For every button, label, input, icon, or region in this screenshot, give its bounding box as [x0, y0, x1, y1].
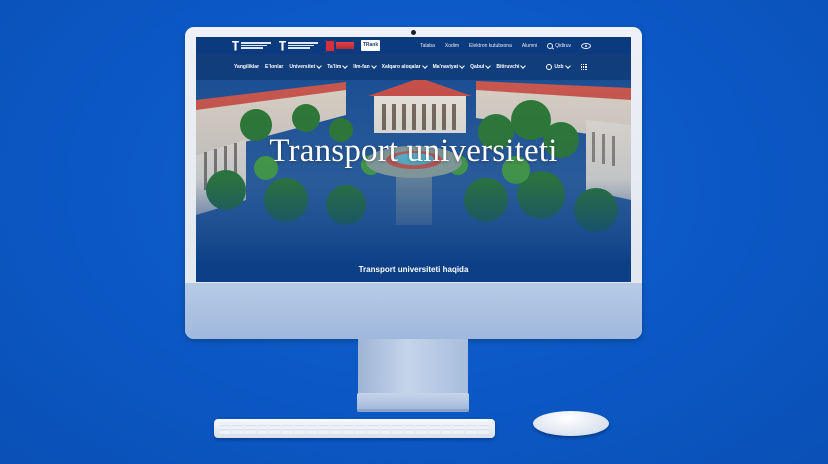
- rank-badge-logo[interactable]: TRank: [361, 40, 380, 51]
- hero-title: Transport universiteti: [269, 133, 558, 169]
- chevron-down-icon: [421, 63, 428, 69]
- nav-item-talim[interactable]: Ta’lim: [327, 63, 349, 70]
- nav-item-label: Ilm-fan: [353, 64, 370, 70]
- language-selector[interactable]: Uzb: [546, 63, 571, 70]
- nav-item-yangiliklar[interactable]: Yangiliklar: [234, 64, 259, 70]
- search-button[interactable]: Qidiruv: [547, 42, 571, 49]
- top-header-bar: TRank Talaba Xodim Elektron kutubxona Al…: [196, 37, 631, 54]
- website-screen: Transport universiteti Transport univers…: [196, 37, 631, 282]
- top-link-elektron-kutubxona[interactable]: Elektron kutubxona: [469, 43, 512, 49]
- nav-item-label: E’lonlar: [265, 64, 284, 70]
- nav-item-elonlar[interactable]: E’lonlar: [265, 64, 283, 70]
- main-navigation: Yangiliklar E’lonlar Universitet Ta’lim …: [196, 54, 631, 80]
- top-link-xodim[interactable]: Xodim: [445, 43, 459, 49]
- keyboard: [214, 419, 495, 438]
- about-university-link[interactable]: Transport universiteti haqida: [196, 265, 631, 274]
- nav-item-manaviyat[interactable]: Ma’naviyat: [432, 63, 465, 70]
- nav-item-ilm-fan[interactable]: Ilm-fan: [353, 63, 377, 70]
- tashkent-state-transport-university-logo[interactable]: [232, 40, 274, 52]
- monitor-stand-foot: [357, 409, 469, 412]
- university-partner-red-logo[interactable]: [326, 40, 356, 51]
- tashkent-state-transport-university-logo-2[interactable]: [279, 40, 321, 52]
- top-link-talaba[interactable]: Talaba: [420, 43, 435, 49]
- mouse: [533, 411, 609, 436]
- imac-monitor: Transport universiteti Transport univers…: [185, 27, 642, 339]
- language-label: Uzb: [554, 64, 564, 70]
- nav-item-label: Ta’lim: [327, 64, 342, 70]
- nav-item-label: Yangiliklar: [234, 64, 260, 70]
- keyboard-keys: [220, 422, 489, 435]
- search-label: Qidiruv: [555, 42, 571, 49]
- eye-icon[interactable]: [581, 42, 591, 49]
- chevron-down-icon: [342, 63, 349, 69]
- chevron-down-icon: [316, 63, 323, 69]
- nav-item-universitet[interactable]: Universitet: [289, 63, 323, 70]
- nav-item-label: Xalqaro aloqalar: [381, 64, 421, 70]
- monitor-chin: [185, 283, 642, 339]
- camera-icon: [411, 30, 416, 35]
- chevron-down-icon: [459, 63, 465, 69]
- nav-item-label: Bitiruvchi: [496, 64, 520, 70]
- grid-icon[interactable]: [580, 64, 587, 70]
- partner-logos: TRank: [232, 40, 380, 52]
- globe-icon: [546, 64, 553, 70]
- nav-item-label: Ma’naviyat: [432, 64, 459, 70]
- top-link-alumni[interactable]: Alumni: [522, 43, 537, 49]
- nav-item-xalqaro-aloqalar[interactable]: Xalqaro aloqalar: [381, 63, 428, 70]
- campus-hero-image: [196, 80, 631, 260]
- nav-item-label: Qabul: [470, 64, 485, 70]
- nav-item-qabul[interactable]: Qabul: [470, 63, 492, 70]
- chevron-down-icon: [485, 63, 492, 69]
- nav-item-label: Universitet: [289, 64, 316, 70]
- chevron-down-icon: [370, 63, 377, 69]
- chevron-down-icon: [564, 63, 571, 69]
- top-links: Talaba Xodim Elektron kutubxona Alumni Q…: [420, 42, 591, 49]
- chevron-down-icon: [520, 63, 527, 69]
- monitor-stand-neck: [358, 339, 468, 393]
- nav-item-bitiruvchi[interactable]: Bitiruvchi: [496, 63, 527, 70]
- search-icon: [547, 42, 554, 49]
